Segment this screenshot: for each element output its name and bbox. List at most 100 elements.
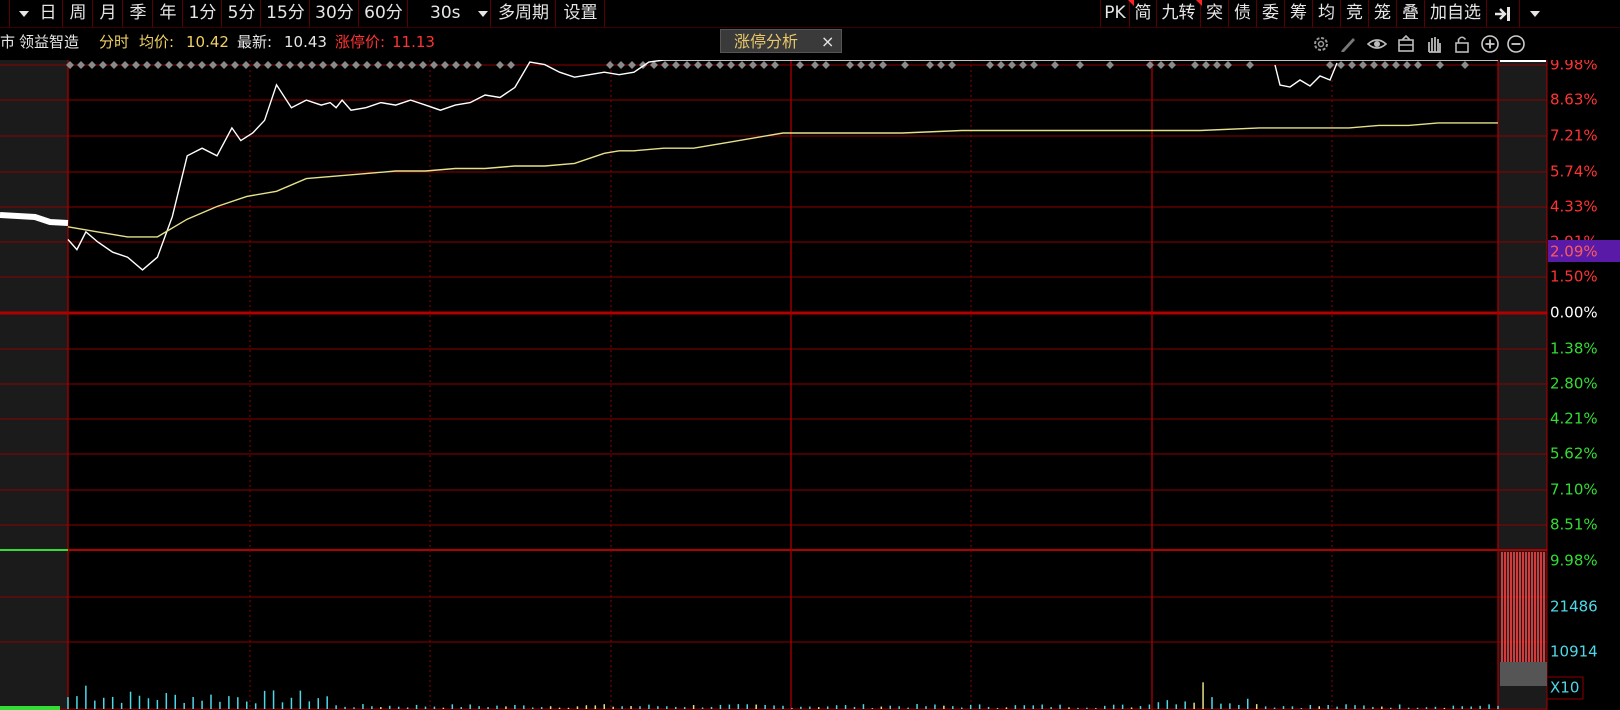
exit-arrow-icon: [1495, 7, 1510, 21]
nine-turn-button[interactable]: 九转: [1157, 0, 1201, 27]
limit-up-marker: [1436, 61, 1444, 69]
pen-icon[interactable]: [1338, 34, 1358, 54]
more-dropdown-icon[interactable]: [1530, 11, 1540, 17]
auction-button[interactable]: 竞: [1341, 0, 1369, 27]
period-15min-button[interactable]: 15分: [262, 0, 310, 27]
y-tick-label-zero: 0.00%: [1550, 304, 1598, 322]
y-tick-label: 1.50%: [1550, 268, 1598, 286]
dropdown-arrow-icon[interactable]: [19, 11, 29, 17]
period-60min-button[interactable]: 60分: [360, 0, 408, 27]
pk-button[interactable]: PK: [1100, 0, 1130, 27]
eye-icon[interactable]: [1367, 34, 1387, 54]
limit-up-marker: [617, 61, 625, 69]
limit-up-marker: [452, 61, 460, 69]
chips-button[interactable]: 筹: [1285, 0, 1313, 27]
close-icon[interactable]: ×: [821, 30, 834, 54]
price-lines: [0, 60, 1546, 710]
zoom-out-icon[interactable]: [1506, 34, 1526, 54]
y-tick-label: 8.51%: [1550, 516, 1598, 534]
limit-up-marker: [1359, 61, 1367, 69]
limit-up-marker: [319, 61, 327, 69]
last-price-label: 最新:: [237, 33, 273, 51]
limit-up-marker: [1224, 61, 1232, 69]
y-tick-label: 2.80%: [1550, 375, 1598, 393]
limit-up-marker: [474, 61, 482, 69]
limit-up-marker: [341, 61, 349, 69]
limit-up-marker: [1051, 61, 1059, 69]
cage-button[interactable]: 笼: [1369, 0, 1397, 27]
limit-up-marker: [628, 61, 636, 69]
limit-up-marker: [121, 61, 129, 69]
basket-icon[interactable]: [1396, 34, 1416, 54]
zoom-in-icon[interactable]: [1480, 34, 1500, 54]
breakout-button[interactable]: 突: [1201, 0, 1229, 27]
limit-up-marker: [110, 61, 118, 69]
limit-up-marker: [857, 61, 865, 69]
limit-up-marker: [176, 61, 184, 69]
gear-icon[interactable]: [1311, 34, 1331, 54]
limit-up-marker: [507, 61, 515, 69]
limit-up-marker: [1370, 61, 1378, 69]
add-watchlist-button[interactable]: 加自选: [1425, 0, 1487, 27]
limit-price-value: 11.13: [392, 33, 435, 51]
period-day-button[interactable]: 日: [34, 0, 63, 27]
period-week-button[interactable]: 周: [64, 0, 93, 27]
overlay-button[interactable]: 叠: [1397, 0, 1425, 27]
multi-period-button[interactable]: 多周期: [492, 0, 556, 27]
limit-up-marker: [937, 61, 945, 69]
period-year-button[interactable]: 年: [154, 0, 183, 27]
price-axis-labels: 9.98% 8.63% 7.21% 5.74% 4.33% 2.91% 1.50…: [1550, 60, 1598, 661]
limit-up-marker: [1461, 61, 1469, 69]
period-quarter-button[interactable]: 季: [124, 0, 153, 27]
avg-price-label: 均价:: [139, 33, 175, 51]
limit-up-marker: [198, 61, 206, 69]
post-market-volume-base: [1500, 662, 1547, 686]
limit-up-marker: [88, 61, 96, 69]
limit-up-marker: [986, 61, 994, 69]
last-price-value: 10.43: [284, 33, 327, 51]
limit-up-marker: [220, 61, 228, 69]
limit-up-marker: [879, 61, 887, 69]
limit-up-marker: [154, 61, 162, 69]
limit-up-marker: [1337, 61, 1345, 69]
limit-up-marker: [386, 61, 394, 69]
limit-up-marker: [242, 61, 250, 69]
limit-up-marker: [694, 61, 702, 69]
lock-icon[interactable]: [1452, 34, 1472, 54]
limit-up-marker: [1414, 61, 1422, 69]
limit-up-marker: [997, 61, 1005, 69]
limit-up-analysis-tag[interactable]: 涨停分析 ×: [720, 29, 842, 53]
period-30s-label: 30s: [430, 3, 461, 23]
order-button[interactable]: 委: [1257, 0, 1285, 27]
bond-button[interactable]: 债: [1229, 0, 1257, 27]
limit-up-marker: [926, 61, 934, 69]
limit-up-marker: [143, 61, 151, 69]
limit-up-marker: [1157, 61, 1165, 69]
limit-up-marker: [308, 61, 316, 69]
limit-up-marker: [330, 61, 338, 69]
dropdown-arrow-icon[interactable]: [478, 11, 488, 17]
limit-up-marker: [1008, 61, 1016, 69]
period-month-button[interactable]: 月: [94, 0, 123, 27]
average-button[interactable]: 均: [1313, 0, 1341, 27]
limit-up-marker: [1019, 61, 1027, 69]
limit-up-marker: [408, 61, 416, 69]
limit-up-marker: [661, 61, 669, 69]
period-1min-button[interactable]: 1分: [184, 0, 222, 27]
intraday-chart[interactable]: 9.98% 8.63% 7.21% 5.74% 4.33% 2.91% 1.50…: [0, 60, 1620, 710]
limit-up-marker: [253, 61, 261, 69]
pre-market-volume: [0, 706, 60, 710]
stock-name[interactable]: 领益智造: [19, 28, 79, 57]
limit-up-marker: [187, 61, 195, 69]
y-tick-label: 4.33%: [1550, 198, 1598, 216]
limit-up-marker: [1348, 61, 1356, 69]
hand-icon[interactable]: [1424, 34, 1444, 54]
simple-button[interactable]: 简: [1130, 0, 1157, 27]
period-30min-button[interactable]: 30分: [311, 0, 359, 27]
volume-tick-label: 21486: [1550, 598, 1598, 616]
exit-button[interactable]: [1487, 0, 1520, 27]
volume-unit-label: X10: [1550, 679, 1579, 697]
period-5min-button[interactable]: 5分: [223, 0, 261, 27]
y-tick-label: 5.74%: [1550, 163, 1598, 181]
settings-button[interactable]: 设置: [557, 0, 605, 27]
